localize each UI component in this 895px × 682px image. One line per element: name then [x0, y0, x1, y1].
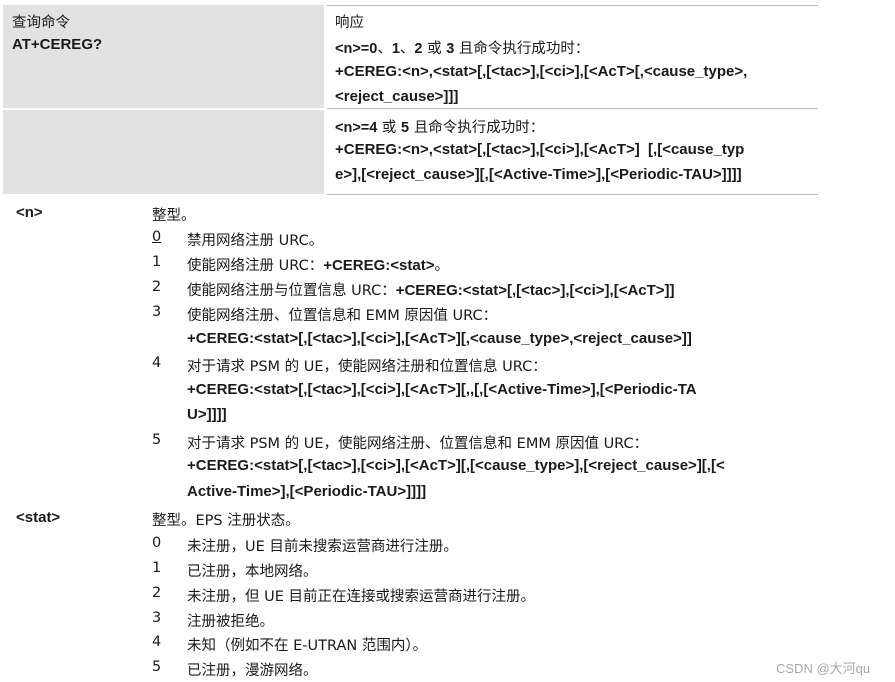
row1-condition: <n>=0、1、2 或 3 且命令执行成功时： — [335, 37, 589, 58]
param-stat-item3-num: 3 — [152, 610, 162, 626]
row1-response-line1: +CEREG:<n>,<stat>[,[<tac>],[<ci>],[<AcT>… — [335, 63, 748, 80]
param-n-item1-text: 使能网络注册 URC： — [187, 258, 324, 274]
row1-cond-sep2: 、 — [399, 41, 415, 57]
row2-cond-sep: 或 — [377, 120, 402, 136]
table-mid-rule — [327, 108, 818, 109]
row2-response-line2: e>],[<reject_cause>][,[<Active-Time>],[<… — [335, 166, 742, 183]
param-stat-item1-num: 1 — [152, 560, 162, 576]
param-stat-item3-text: 注册被拒绝。 — [187, 614, 274, 630]
row1-cond-sep3: 或 — [422, 41, 447, 57]
param-n-item1-cmd: +CEREG:<stat> — [323, 257, 435, 274]
param-n-item1-num: 1 — [152, 254, 162, 270]
param-stat-name: <stat> — [16, 509, 61, 526]
param-stat-type: 整型。EPS 注册状态。 — [152, 513, 300, 529]
param-stat-item0-text: 未注册，UE 目前未搜索运营商进行注册。 — [187, 539, 458, 555]
param-stat-item2-text: 未注册，但 UE 目前正在连接或搜索运营商进行注册。 — [187, 589, 535, 605]
row1-cond-tail: 且命令执行成功时： — [454, 41, 590, 57]
param-n-item2-cmd: +CEREG:<stat>[,[<tac>],[<ci>],[<AcT>]] — [395, 282, 675, 299]
param-n-item3-num: 3 — [152, 304, 162, 320]
param-n-item5-text: 对于请求 PSM 的 UE，使能网络注册、位置信息和 EMM 原因值 URC： — [187, 436, 649, 452]
param-n-item4-num: 4 — [152, 355, 162, 371]
watermark: CSDN @大河qu — [776, 661, 871, 676]
param-n-item3-text: 使能网络注册、位置信息和 EMM 原因值 URC： — [187, 308, 498, 324]
param-n-item0-num: 0 — [152, 229, 162, 245]
param-stat-item2-num: 2 — [152, 585, 162, 601]
param-n-item2: 使能网络注册与位置信息 URC：+CEREG:<stat>[,[<tac>],[… — [187, 279, 675, 300]
row1-cond-v1: 1 — [391, 41, 400, 57]
row2-cond-n: <n>=4 — [335, 120, 378, 136]
param-stat-item4-text: 未知（例如不在 E-UTRAN 范围内）。 — [187, 638, 428, 654]
param-stat-item4-num: 4 — [152, 634, 162, 650]
row2-cond-tail: 且命令执行成功时： — [409, 120, 545, 136]
param-n-type: 整型。 — [152, 208, 196, 224]
row2-cond-v: 5 — [401, 120, 410, 136]
param-n-name: <n> — [16, 204, 43, 221]
row1-cond-sep1: 、 — [377, 41, 392, 57]
param-n-item0-text: 禁用网络注册 URC。 — [187, 233, 324, 249]
table-left-cell-bottom — [3, 110, 324, 194]
param-stat-item5-num: 5 — [152, 659, 162, 675]
param-n-item5-num: 5 — [152, 432, 162, 448]
row1-cond-n: <n>=0 — [335, 41, 378, 57]
row1-response-line2: <reject_cause>]]] — [335, 88, 459, 105]
param-stat-item5-text: 已注册，漫游网络。 — [187, 663, 318, 679]
param-n-item4-cmd-line1: +CEREG:<stat>[,[<tac>],[<ci>],[<AcT>][,,… — [187, 381, 697, 398]
param-n-item2-num: 2 — [152, 279, 162, 295]
query-command: AT+CEREG? — [12, 36, 103, 53]
param-n-item1-tail: 。 — [434, 258, 450, 274]
param-n-item3-cmd: +CEREG:<stat>[,[<tac>],[<ci>],[<AcT>][,<… — [187, 330, 692, 347]
row2-condition: <n>=4 或 5 且命令执行成功时： — [335, 116, 544, 137]
response-title: 响应 — [335, 15, 364, 31]
param-n-item1: 使能网络注册 URC：+CEREG:<stat>。 — [187, 254, 449, 275]
param-stat-item0-num: 0 — [152, 535, 162, 551]
query-command-label: 查询命令 — [12, 15, 70, 31]
param-n-item5-cmd-line2: Active-Time>],[<Periodic-TAU>]]]] — [187, 483, 427, 500]
row2-response-line1: +CEREG:<n>,<stat>[,[<tac>],[<ci>],[<AcT>… — [335, 141, 745, 158]
table-top-rule — [327, 5, 818, 6]
param-stat-item1-text: 已注册，本地网络。 — [187, 564, 318, 580]
param-n-item4-text: 对于请求 PSM 的 UE，使能网络注册和位置信息 URC： — [187, 359, 547, 375]
table-bottom-rule — [327, 194, 818, 195]
param-n-item4-cmd-line2: U>]]]] — [187, 406, 227, 423]
param-n-item2-text: 使能网络注册与位置信息 URC： — [187, 283, 396, 299]
param-n-item5-cmd-line1: +CEREG:<stat>[,[<tac>],[<ci>],[<AcT>][,[… — [187, 457, 725, 474]
